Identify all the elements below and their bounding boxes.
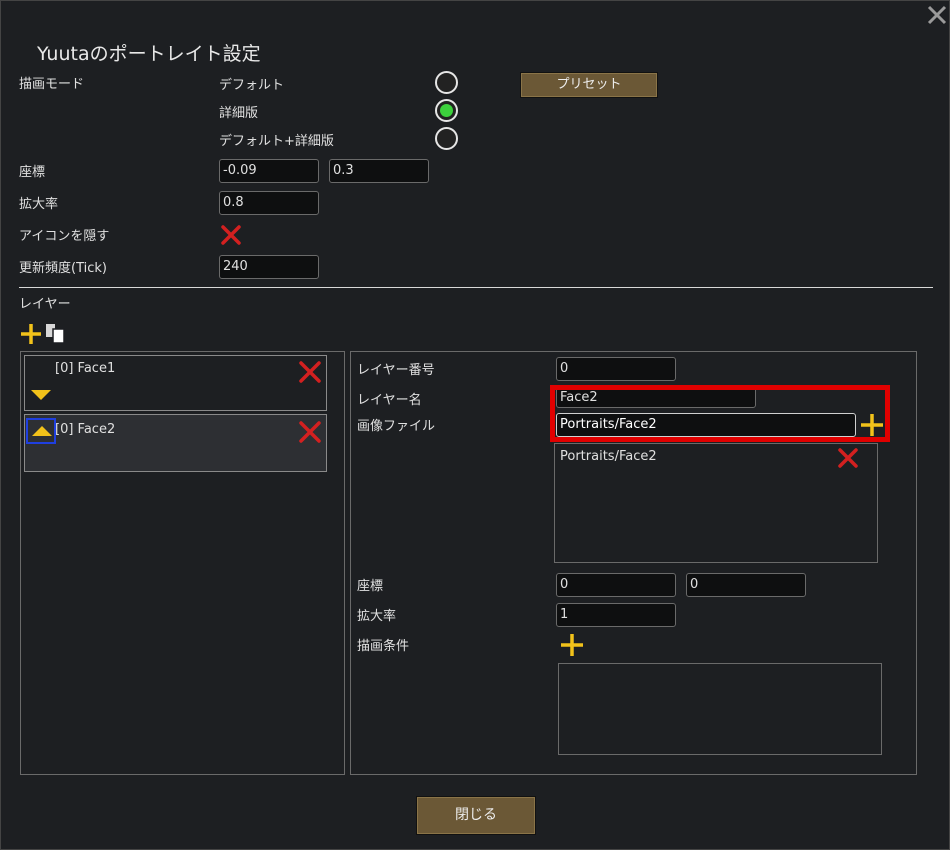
layer-coord-x-input[interactable]: 0 (556, 573, 676, 597)
section-divider (19, 287, 933, 288)
annotation-highlight-box (550, 385, 890, 442)
scale-input[interactable]: 0.8 (219, 191, 319, 215)
hide-icon-checkbox-x-icon[interactable] (220, 224, 242, 246)
draw-mode-radio-detailed[interactable] (435, 99, 458, 122)
move-down-arrow-icon[interactable] (29, 387, 53, 403)
scale-label: 拡大率 (19, 197, 59, 212)
layers-section-label: レイヤー (19, 297, 71, 312)
draw-mode-radio-both[interactable] (435, 127, 458, 150)
add-layer-plus-icon[interactable] (20, 323, 42, 345)
move-up-focus-box[interactable] (26, 418, 56, 444)
coords-y-input[interactable]: 0.3 (329, 159, 429, 183)
image-file-label: 画像ファイル (357, 419, 436, 434)
layer-coords-label: 座標 (357, 579, 384, 594)
layer-number-label: レイヤー番号 (357, 363, 435, 378)
draw-mode-radio-default[interactable] (435, 71, 458, 94)
draw-condition-label: 描画条件 (357, 639, 410, 654)
layer-coord-y-input[interactable]: 0 (686, 573, 806, 597)
coords-x-input[interactable]: -0.09 (219, 159, 319, 183)
image-list-item[interactable]: Portraits/Face2 (560, 449, 657, 464)
update-freq-input[interactable]: 240 (219, 255, 319, 279)
hide-icon-label: アイコンを隠す (19, 229, 110, 244)
layer-scale-input[interactable]: 1 (556, 603, 676, 627)
preset-button[interactable]: プリセット (520, 72, 658, 98)
draw-mode-label: 描画モード (19, 77, 85, 92)
update-freq-label: 更新頻度(Tick) (19, 261, 107, 276)
layer-name-label: レイヤー名 (357, 393, 422, 408)
layer-scale-label: 拡大率 (357, 609, 397, 624)
layer-list-item-selected[interactable]: [0] Face2 (24, 414, 327, 472)
draw-condition-list-box (558, 663, 882, 755)
portrait-settings-dialog: Yuutaのポートレイト設定 描画モード デフォルト 詳細版 デフォルト+詳細版… (0, 0, 950, 850)
remove-image-x-icon[interactable] (837, 447, 859, 469)
layer-number-input[interactable]: 0 (556, 357, 676, 381)
close-button[interactable]: 閉じる (416, 796, 536, 835)
coords-label: 座標 (19, 165, 46, 180)
layer-list-item[interactable]: [0] Face1 (24, 355, 327, 411)
layer-name: [0] Face1 (55, 361, 116, 376)
delete-layer-x-icon[interactable] (298, 360, 322, 384)
image-list-box: Portraits/Face2 (554, 443, 878, 563)
dialog-title: Yuutaのポートレイト設定 (37, 43, 261, 65)
move-up-arrow-icon[interactable] (30, 423, 54, 439)
add-condition-plus-icon[interactable] (560, 633, 584, 657)
close-icon[interactable] (927, 5, 947, 25)
layer-name: [0] Face2 (55, 422, 116, 437)
copy-layer-icon[interactable] (45, 323, 67, 345)
draw-mode-option-both-label: デフォルト+詳細版 (219, 134, 334, 149)
draw-mode-option-default-label: デフォルト (219, 78, 285, 93)
delete-layer-x-icon[interactable] (298, 420, 322, 444)
draw-mode-option-detailed-label: 詳細版 (219, 106, 259, 121)
